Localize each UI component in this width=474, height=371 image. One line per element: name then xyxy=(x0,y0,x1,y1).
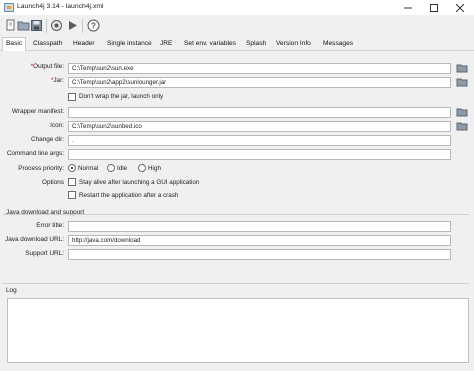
process-priority-label: Process priority: xyxy=(18,165,64,172)
tab-set-env-variables[interactable]: Set env. variables xyxy=(181,38,239,52)
dont-wrap-checkbox[interactable] xyxy=(68,93,76,101)
priority-normal-radio[interactable] xyxy=(68,164,76,172)
icon-field[interactable]: C:\Temp\sun2\sunbed.ico xyxy=(68,121,451,132)
output-file-browse-folder-icon[interactable] xyxy=(455,62,469,74)
tab-jre[interactable]: JRE xyxy=(157,38,175,52)
jar-browse-folder-icon[interactable] xyxy=(455,76,469,88)
tab-splash[interactable]: Splash xyxy=(243,38,269,52)
open-icon[interactable] xyxy=(17,19,30,32)
log-title: Log xyxy=(6,287,17,294)
tab-version-info[interactable]: Version Info xyxy=(273,38,314,52)
error-title-label: Error title: xyxy=(36,222,64,229)
restart-checkbox[interactable] xyxy=(68,191,76,199)
stay-alive-label: Stay alive after launching a GUI applica… xyxy=(79,179,200,186)
priority-normal-label: Normal xyxy=(78,165,99,172)
build-icon[interactable] xyxy=(50,19,63,32)
svg-text:?: ? xyxy=(91,21,96,30)
icon-browse-folder-icon[interactable] xyxy=(455,120,469,132)
help-icon[interactable]: ? xyxy=(87,19,100,32)
command-line-args-label: Command line args: xyxy=(6,150,64,157)
priority-high-label: High xyxy=(148,165,161,172)
window-title: Launch4j 3.14 - launch4j.xml xyxy=(17,3,104,10)
toolbar-separator xyxy=(46,19,47,33)
section-divider xyxy=(3,214,469,215)
options-label: Options xyxy=(41,179,64,186)
icon-label: Icon: xyxy=(50,122,64,129)
change-dir-label: Change dir: xyxy=(30,136,64,143)
wrapper-manifest-field[interactable] xyxy=(68,107,451,118)
run-icon[interactable] xyxy=(66,19,79,32)
basic-tab-panel: *Output file: C:\Temp\sun2\sun.exe *Jar:… xyxy=(0,51,474,371)
priority-high-radio[interactable] xyxy=(138,164,146,172)
maximize-icon[interactable] xyxy=(421,0,447,15)
tab-messages[interactable]: Messages xyxy=(320,38,356,52)
toolbar-separator xyxy=(82,19,83,33)
change-dir-field[interactable]: . xyxy=(68,135,451,146)
stay-alive-checkbox[interactable] xyxy=(68,178,76,186)
output-file-label: *Output file: xyxy=(30,63,64,70)
java-download-url-label: Java download URL: xyxy=(5,236,64,243)
launch4j-app-icon xyxy=(4,3,14,12)
java-download-url-field[interactable]: http://java.com/download xyxy=(68,235,451,246)
tab-single-instance[interactable]: Single instance xyxy=(104,38,155,52)
title-bar: Launch4j 3.14 - launch4j.xml xyxy=(0,0,474,15)
new-icon[interactable] xyxy=(4,19,17,32)
error-title-field[interactable] xyxy=(68,221,451,232)
support-url-label: Support URL: xyxy=(25,250,64,257)
save-icon[interactable] xyxy=(30,19,43,32)
tab-basic[interactable]: Basic xyxy=(2,37,27,52)
priority-idle-label: Idle xyxy=(117,165,128,172)
dont-wrap-label: Don't wrap the jar, launch only xyxy=(79,93,164,100)
priority-idle-radio[interactable] xyxy=(107,164,115,172)
restart-label: Restart the application after a crash xyxy=(79,192,179,199)
support-url-field[interactable] xyxy=(68,249,451,260)
tab-classpath[interactable]: Classpath xyxy=(30,38,65,52)
output-file-field[interactable]: C:\Temp\sun2\sun.exe xyxy=(68,63,451,74)
tab-bar: Basic Classpath Header Single instance J… xyxy=(0,37,474,52)
jar-field[interactable]: C:\Temp\sun2\app2\sunlounger.jar xyxy=(68,77,451,88)
log-divider xyxy=(3,283,469,284)
command-line-args-field[interactable] xyxy=(68,149,451,160)
wrapper-manifest-browse-folder-icon[interactable] xyxy=(455,106,469,118)
log-textarea[interactable] xyxy=(7,298,469,363)
minimize-icon[interactable] xyxy=(395,0,421,15)
wrapper-manifest-label: Wrapper manifest: xyxy=(11,108,64,115)
jar-label: *Jar: xyxy=(50,77,64,84)
tab-header[interactable]: Header xyxy=(70,38,98,52)
close-icon[interactable] xyxy=(447,0,473,15)
toolbar: ? xyxy=(0,15,474,37)
